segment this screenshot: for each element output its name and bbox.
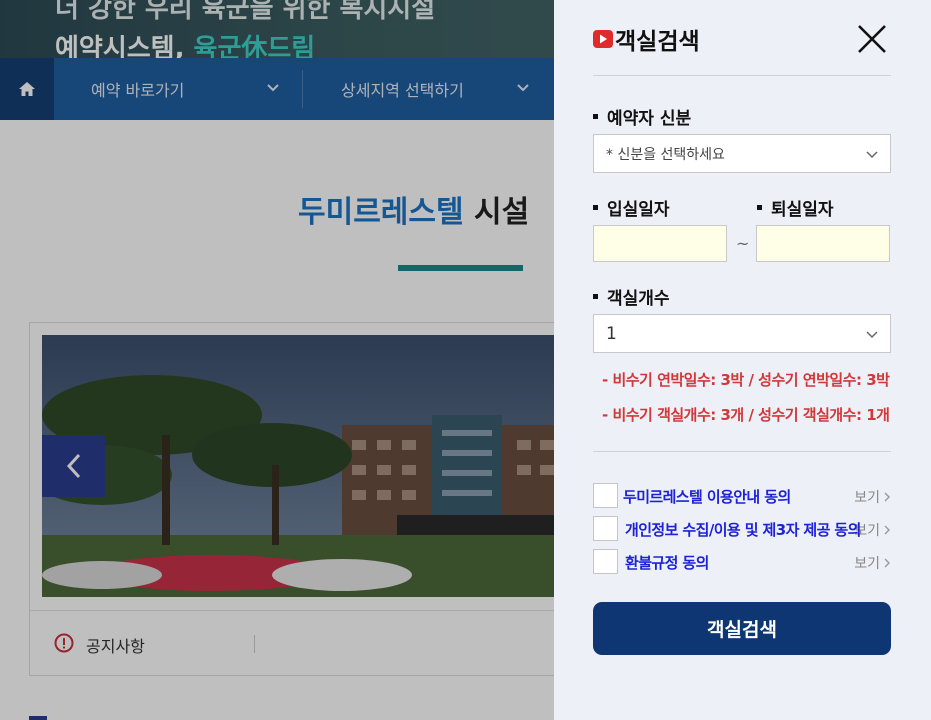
room-search-button[interactable]: 객실검색 bbox=[593, 602, 891, 655]
identity-select-value: * 신분을 선택하세요 bbox=[606, 146, 725, 163]
agreement-row-privacy: 보기 개인정보 수집/이용 및 제3자 제공 동의 bbox=[593, 516, 891, 542]
chevron-down-icon bbox=[866, 151, 878, 159]
chevron-down-icon bbox=[866, 331, 878, 339]
checkout-label-text: 퇴실일자 bbox=[771, 200, 834, 220]
rooms-select-value: 1 bbox=[606, 323, 617, 344]
chevron-right-icon bbox=[884, 525, 890, 535]
identity-label: 예약자 신분 bbox=[593, 104, 691, 129]
rooms-select[interactable]: 1 bbox=[593, 314, 891, 353]
divider bbox=[593, 75, 891, 76]
chevron-right-icon bbox=[884, 558, 890, 568]
divider bbox=[593, 451, 891, 452]
bullet-square bbox=[593, 114, 598, 119]
bullet-square bbox=[757, 205, 762, 210]
view-usage-link[interactable]: 보기 bbox=[854, 487, 891, 507]
checkout-label: 퇴실일자 bbox=[757, 195, 834, 220]
close-icon bbox=[858, 25, 886, 53]
agree-refund-checkbox[interactable] bbox=[593, 549, 618, 574]
checkin-label-text: 입실일자 bbox=[607, 200, 670, 220]
play-icon bbox=[593, 30, 613, 48]
bullet-square bbox=[593, 294, 598, 299]
agree-privacy-checkbox[interactable] bbox=[593, 516, 618, 541]
close-button[interactable] bbox=[855, 22, 889, 56]
bullet-square bbox=[593, 205, 598, 210]
room-search-panel: 객실검색 예약자 신분 * 신분을 선택하세요 입실일자 퇴실일자 ~ 객실개수… bbox=[554, 0, 931, 720]
stay-limit-notice: - 비수기 연박일수: 3박 / 성수기 연박일수: 3박 bbox=[602, 371, 890, 389]
view-label: 보기 bbox=[854, 490, 880, 506]
identity-select[interactable]: * 신분을 선택하세요 bbox=[593, 134, 891, 173]
checkin-date-input[interactable] bbox=[593, 225, 727, 262]
panel-header: 객실검색 bbox=[593, 22, 700, 56]
agree-usage-link[interactable]: 두미르레스텔 이용안내 동의 bbox=[623, 486, 791, 507]
agree-privacy-link[interactable]: 개인정보 수집/이용 및 제3자 제공 동의 bbox=[625, 519, 861, 540]
view-refund-link[interactable]: 보기 bbox=[854, 553, 891, 573]
room-limit-notice: - 비수기 객실개수: 3개 / 성수기 객실개수: 1개 bbox=[602, 406, 890, 424]
checkout-date-input[interactable] bbox=[756, 225, 890, 262]
agree-refund-link[interactable]: 환불규정 동의 bbox=[625, 552, 709, 573]
chevron-right-icon bbox=[884, 492, 890, 502]
view-label: 보기 bbox=[854, 556, 880, 572]
agree-usage-checkbox[interactable] bbox=[593, 483, 618, 508]
agreement-row-refund: 환불규정 동의 보기 bbox=[593, 549, 891, 575]
agreement-row-usage: 두미르레스텔 이용안내 동의 보기 bbox=[593, 483, 891, 509]
rooms-label: 객실개수 bbox=[593, 284, 670, 309]
identity-label-text: 예약자 신분 bbox=[607, 109, 692, 129]
checkin-label: 입실일자 bbox=[593, 195, 670, 220]
panel-title: 객실검색 bbox=[615, 29, 700, 55]
rooms-label-text: 객실개수 bbox=[607, 289, 670, 309]
date-range-separator: ~ bbox=[736, 234, 750, 253]
